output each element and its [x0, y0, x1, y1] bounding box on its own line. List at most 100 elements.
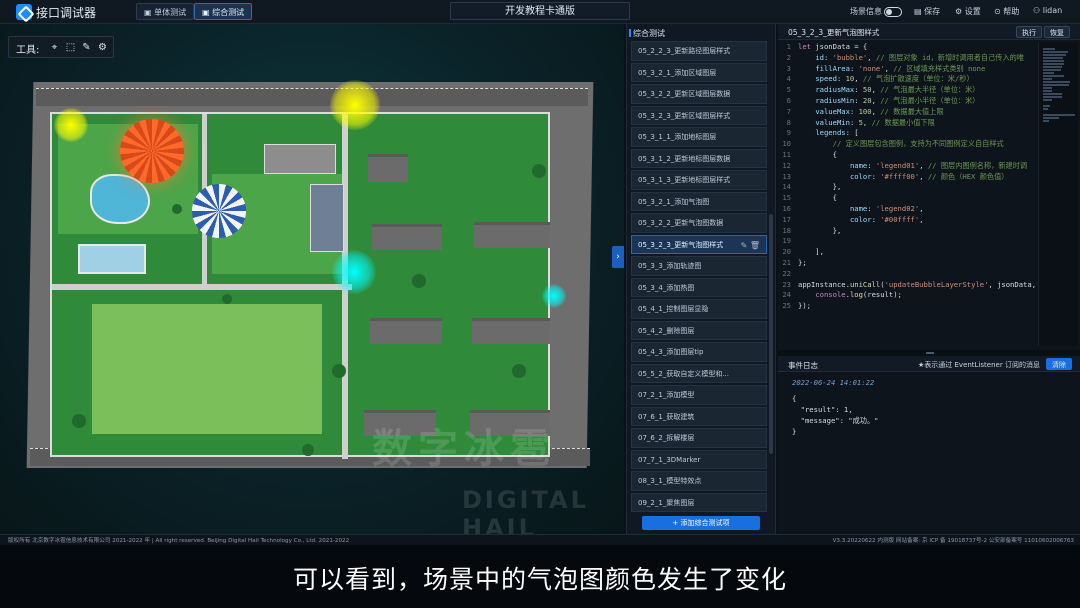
code-text: valueMax: 100, // 数据最大值上限: [815, 106, 944, 116]
scene-tree: [172, 204, 182, 214]
test-list-item[interactable]: 05_3_2_1_添加区域图层: [631, 62, 767, 82]
line-number: 23: [782, 279, 791, 289]
test-list-item[interactable]: 05_3_4_添加热图: [631, 277, 767, 297]
test-list-item[interactable]: 07_2_1_添加模型: [631, 385, 767, 405]
line-number: 24: [782, 290, 791, 300]
test-list-item-label: 07_2_1_添加模型: [638, 391, 695, 399]
bubble-yellow-1[interactable]: [54, 108, 88, 142]
code-line: 9 legends: [: [778, 128, 1036, 139]
test-list-item-label: 05_3_2_3_更新气泡图样式: [638, 240, 724, 249]
line-number: 21: [782, 257, 791, 267]
test-list-item[interactable]: 07_6_1_获取建筑: [631, 406, 767, 426]
code-line: 7 valueMax: 100, // 数据最大值上限: [778, 107, 1036, 118]
test-list: 05_2_2_3_更新路径图层样式 05_3_2_1_添加区域图层 05_3_2_2…: [631, 41, 767, 515]
line-number: 17: [782, 214, 791, 224]
run-button[interactable]: 执行: [1016, 26, 1042, 38]
settings-button[interactable]: ⚙ 设置: [955, 6, 981, 17]
code-line: 21};: [778, 258, 1036, 269]
line-number: 2: [786, 52, 791, 62]
edit-delete-icons[interactable]: ✎ 🗑: [741, 236, 760, 254]
test-list-item[interactable]: 05_4_3_添加图层tip: [631, 342, 767, 362]
bubble-cyan-2[interactable]: [542, 284, 566, 308]
code-text: color: '#ffff00', // 颜色（HEX 颜色值）: [849, 171, 1009, 181]
test-list-item[interactable]: 05_3_1_2_更新地标图层数据: [631, 148, 767, 168]
event-log-header: 事件日志 ★表示通过 EventListener 订阅的消息 清除: [778, 356, 1080, 372]
scene-info-toggle[interactable]: [884, 7, 902, 17]
line-number: 7: [786, 106, 791, 116]
test-list-item[interactable]: 05_3_1_1_添加地标图层: [631, 127, 767, 147]
test-list-item[interactable]: 05_3_2_3_更新气泡图样式 ✎ 🗑: [631, 234, 767, 254]
bubble-yellow-2[interactable]: [330, 80, 380, 130]
line-number: 15: [782, 193, 791, 203]
test-list-item[interactable]: 05_3_3_添加轨迹图: [631, 256, 767, 276]
scene-tree: [302, 444, 314, 456]
code-text: radiusMax: 50, // 气泡最大半径（单位：米）: [815, 85, 980, 95]
code-text: appInstance.uniCall('updateBubbleLayerSt…: [798, 279, 1036, 289]
test-list-item[interactable]: 05_5_2_获取自定义模型和...: [631, 363, 767, 383]
minimap-line: [1043, 63, 1064, 65]
log-line: {: [792, 394, 797, 403]
save-button[interactable]: ▤ 保存: [914, 6, 940, 17]
test-list-item[interactable]: 07_7_1_3DMarker: [631, 449, 767, 469]
test-list-item-label: 07_7_1_3DMarker: [638, 455, 701, 464]
minimap-line: [1043, 90, 1052, 92]
scene-building: [368, 154, 408, 182]
code-text: fillArea: 'none', // 区域填充样式类别 none: [815, 63, 986, 73]
restore-button[interactable]: 恢复: [1044, 26, 1070, 38]
test-list-item[interactable]: 05_2_2_3_更新路径图层样式: [631, 41, 767, 61]
code-text: speed: 10, // 气泡扩散速度（单位：米/秒）: [815, 74, 974, 84]
code-line: 16 name: 'legend02',: [778, 204, 1036, 215]
gear-icon[interactable]: ⚙: [97, 42, 108, 53]
test-list-item[interactable]: 09_2_1_聚焦图层: [631, 492, 767, 512]
test-list-item[interactable]: 05_4_2_删除图层: [631, 320, 767, 340]
pencil-icon[interactable]: ✎: [81, 42, 92, 53]
user-menu[interactable]: ⚇ lidan: [1033, 6, 1062, 15]
scene-tree: [532, 164, 546, 178]
box-select-icon[interactable]: ⬚: [65, 42, 76, 53]
code-editor[interactable]: 1 let jsonData = {2 id: 'bubble', // 图层对象…: [778, 42, 1036, 346]
test-list-item[interactable]: 05_3_2_3_更新区域图层样式: [631, 105, 767, 125]
code-text: ],: [798, 247, 824, 257]
minimap-line: [1043, 69, 1061, 71]
clear-log-button[interactable]: 清除: [1046, 358, 1072, 370]
scene-toolbar: 工具: ⌖ ⬚ ✎ ⚙: [8, 36, 114, 58]
scene-pool: [90, 174, 150, 224]
test-list-item[interactable]: 05_3_2_1_添加气泡图: [631, 191, 767, 211]
minimap-line: [1043, 48, 1055, 50]
app-window: 接口调试器 ▣ 单体测试 ▣ 综合测试 开发教程卡通版 场景信息 ▤ 保存 ⚙ …: [0, 0, 1080, 545]
code-line: 6 radiusMin: 20, // 气泡最小半径（单位：米）: [778, 96, 1036, 107]
bubble-cyan-1[interactable]: [332, 250, 376, 294]
code-line: 12 name: 'legend01', // 图层内图例名称，新建时调: [778, 161, 1036, 172]
scene-tree: [412, 274, 426, 288]
code-text: legends: [: [815, 128, 859, 138]
line-number: 12: [782, 160, 791, 170]
app-title: 接口调试器: [36, 6, 97, 20]
log-line: "message": "成功。": [792, 416, 879, 425]
code-text: valueMin: 5, // 数据最小值下限: [815, 117, 935, 127]
test-list-item[interactable]: 05_4_1_控制图层显隐: [631, 299, 767, 319]
combined-test-button[interactable]: ▣ 综合测试: [194, 3, 253, 20]
test-list-item[interactable]: 05_3_1_3_更新地标图层样式: [631, 170, 767, 190]
footer-bar: 版权所有 北京数字冰雹信息技术有限公司 2021-2022 年 | All ri…: [0, 534, 1080, 545]
test-list-item[interactable]: 08_3_1_模型特效点: [631, 471, 767, 491]
scene-road: [36, 88, 588, 106]
scene-building: [372, 224, 442, 250]
code-text: };: [798, 257, 807, 267]
code-line: 14 },: [778, 182, 1036, 193]
test-list-item[interactable]: 05_3_2_2_更新气泡图数据: [631, 213, 767, 233]
help-button[interactable]: ⊙ 帮助: [994, 6, 1019, 17]
line-number: 19: [782, 236, 791, 246]
line-number: 25: [782, 301, 791, 311]
collapse-panel-toggle[interactable]: ›: [612, 246, 624, 268]
scene-viewport[interactable]: 数字冰雹 DIGITAL HAIL 工具: ⌖ ⬚ ✎ ⚙: [0, 24, 624, 534]
add-test-button[interactable]: + 添加综合测试项: [642, 516, 760, 530]
test-list-item[interactable]: 07_6_2_拆解楼层: [631, 428, 767, 448]
code-text: console.log(result);: [815, 290, 902, 300]
code-text: },: [798, 225, 842, 235]
test-list-item[interactable]: 05_3_2_2_更新区域图层数据: [631, 84, 767, 104]
code-minimap[interactable]: [1038, 42, 1078, 346]
frame-select-icon[interactable]: ⌖: [49, 42, 60, 53]
single-test-button[interactable]: ▣ 单体测试: [136, 3, 195, 20]
list-scrollbar[interactable]: [769, 214, 773, 454]
test-list-item-label: 05_3_2_1_添加气泡图: [638, 197, 710, 206]
